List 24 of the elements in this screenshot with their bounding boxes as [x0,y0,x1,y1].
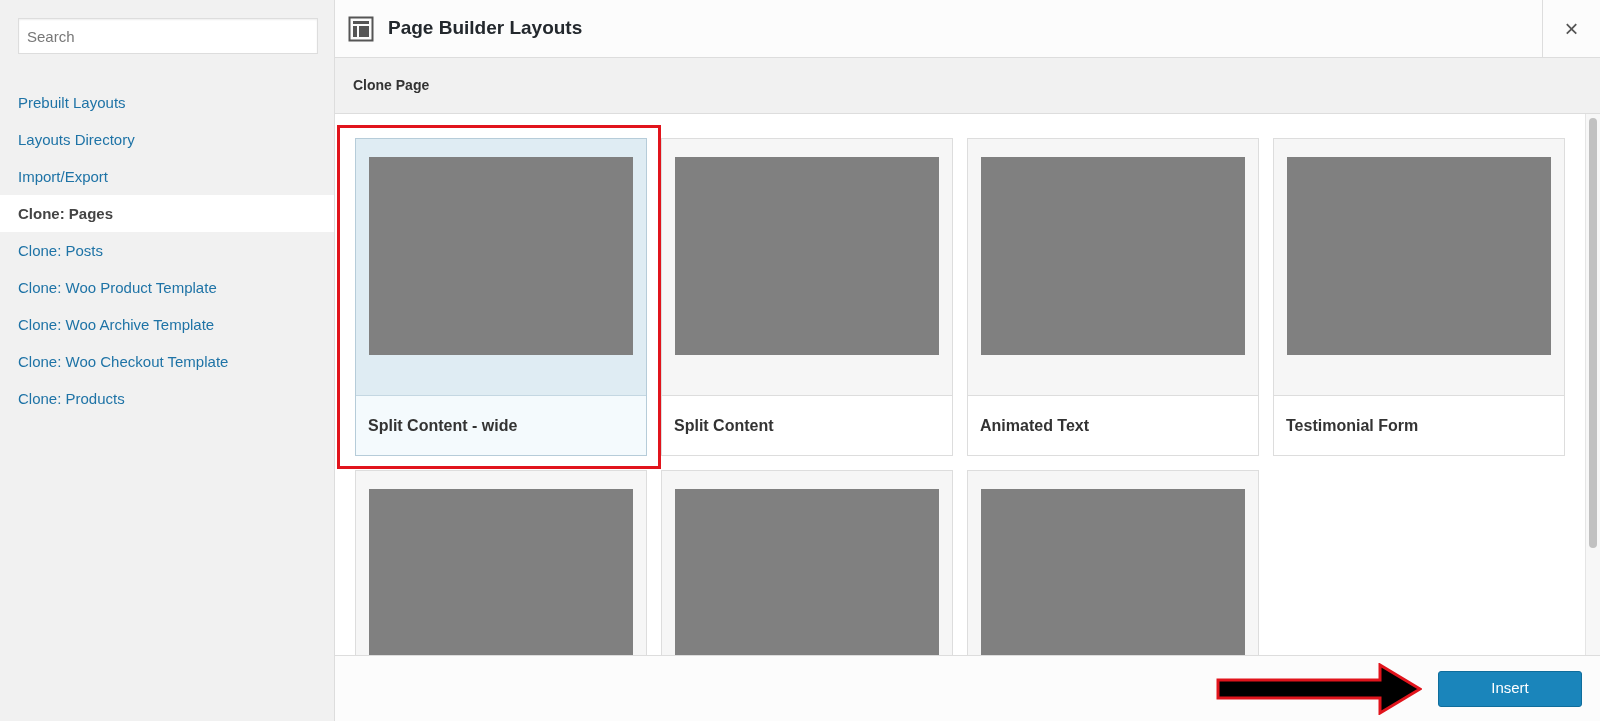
layout-card[interactable]: Testimonial Form [1273,138,1565,456]
layout-title: Animated Text [968,395,1258,455]
insert-button[interactable]: Insert [1438,670,1582,707]
layout-card[interactable]: Split Content - wide [355,138,647,456]
layout-icon [348,15,374,42]
sidebar-item[interactable]: Layouts Directory [0,121,334,158]
dialog-title: Page Builder Layouts [388,16,584,41]
sidebar-item[interactable]: Clone: Woo Product Template [0,269,334,306]
sidebar-item[interactable]: Prebuilt Layouts [0,84,334,121]
sidebar-item[interactable]: Clone: Woo Checkout Template [0,343,334,380]
sidebar-item[interactable]: Clone: Posts [0,232,334,269]
layout-title: Split Content [662,395,952,455]
search-field[interactable]: Search [18,18,318,54]
sidebar-item[interactable]: Clone: Products [0,380,334,417]
sidebar-item[interactable]: Clone: Pages [0,195,334,232]
scrollbar[interactable] [1585,114,1600,655]
sidebar-item[interactable]: Clone: Woo Archive Template [0,306,334,343]
layout-card[interactable]: Animated Text [967,138,1259,456]
section-title: Clone Page [353,76,430,95]
sidebar-item[interactable]: Import/Export [0,158,334,195]
layout-title: Split Content - wide [356,395,646,455]
layout-card[interactable]: Split Content [661,138,953,456]
arrow-icon [1216,662,1422,715]
layout-title: Testimonial Form [1274,395,1564,455]
